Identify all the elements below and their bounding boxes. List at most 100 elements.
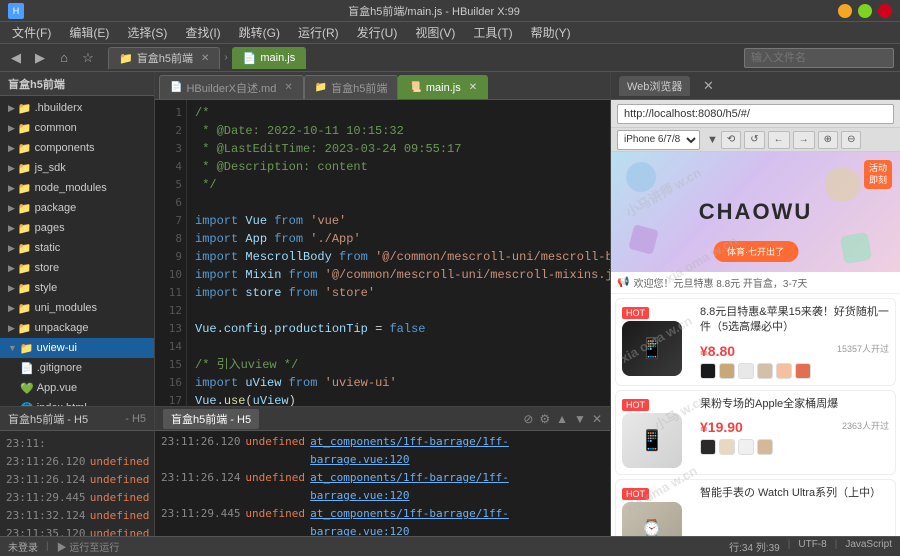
file-explorer: 盲盒h5前端 ▶ 📁 .hbuilderx ▶ 📁 common ▶ 📁 com… <box>0 72 154 406</box>
tree-item-label: package <box>35 202 77 214</box>
tree-item-label: .hbuilderx <box>35 102 83 114</box>
tree-item-gitignore[interactable]: 📄 .gitignore <box>0 358 154 378</box>
marquee-bar: 📢 欢迎您！元旦特惠 8.8元 开盲盒，3-7天 <box>611 272 900 294</box>
color-swatch[interactable] <box>700 439 716 455</box>
menu-publish[interactable]: 发行(U) <box>349 22 406 43</box>
color-swatch[interactable] <box>757 439 773 455</box>
menu-help[interactable]: 帮助(Y) <box>523 22 579 43</box>
hero-action-btn[interactable]: 体育·七开出了 <box>713 241 798 262</box>
tab-close-btn[interactable]: ✕ <box>469 82 477 93</box>
browser-url-input[interactable] <box>617 104 894 124</box>
product-card-3[interactable]: HOT ⌚ 智能手表の Watch Ultra系列（上中） <box>615 479 896 536</box>
title-bar: H 盲盒h5前端/main.js - HBuilder X:99 <box>0 0 900 22</box>
color-swatch[interactable] <box>719 439 735 455</box>
color-swatch[interactable] <box>757 363 773 379</box>
product-card-1[interactable]: HOT 📱 8.8元目特惠&苹果15来袭！好货随机一件（5选高爆必中） ¥8.8… <box>615 298 896 386</box>
menu-edit[interactable]: 编辑(E) <box>61 22 117 43</box>
phone-preview[interactable]: 小马讲师 w.cn xia oma w.cn xia oma w.cn 小马 w… <box>611 152 900 536</box>
project-tab[interactable]: 📁 盲盒h5前端 ✕ <box>108 47 220 69</box>
tree-item-uview-ui[interactable]: ▼ 📁 uview-ui <box>0 338 154 358</box>
file-icon: 📄 <box>20 362 34 375</box>
close-btn[interactable] <box>878 4 892 18</box>
tab-close-btn[interactable]: ✕ <box>284 82 292 93</box>
tree-item-style[interactable]: ▶ 📁 style <box>0 278 154 298</box>
tree-expand-icon: ▶ <box>8 143 15 154</box>
browser-tab[interactable]: Web浏览器 <box>619 76 690 96</box>
tree-item-hbuilderx[interactable]: ▶ 📁 .hbuilderx <box>0 98 154 118</box>
tab-close-icon[interactable]: ✕ <box>201 53 209 64</box>
editor-tab-main-js[interactable]: 📜 main.js ✕ <box>398 75 488 99</box>
run-info: ▶ 运行至运行 <box>57 539 120 554</box>
minimize-btn[interactable] <box>838 4 852 18</box>
star-btn[interactable]: ☆ <box>78 48 98 68</box>
back-nav-btn[interactable]: ← <box>768 131 790 149</box>
product-price-2: ¥19.90 <box>700 419 743 435</box>
log-link-2[interactable]: at_components/1ff-barrage/1ff-barrage.vu… <box>310 469 604 505</box>
folder-icon: 📁 <box>315 82 327 93</box>
tree-item-uni-modules[interactable]: ▶ 📁 uni_modules <box>0 298 154 318</box>
tree-item-package[interactable]: ▶ 📁 package <box>0 198 154 218</box>
tree-item-unpackage[interactable]: ▶ 📁 unpackage <box>0 318 154 338</box>
log-line-3: 23:11:29.445 undefined at_components/1ff… <box>161 505 604 536</box>
menu-select[interactable]: 选择(S) <box>119 22 175 43</box>
editor-tab-hbuilder-readme[interactable]: 📄 HBuilderX自述.md ✕ <box>159 75 304 99</box>
title-text: 盲盒h5前端/main.js - HBuilder X:99 <box>30 3 838 19</box>
scroll-bottom-icon[interactable]: ▼ <box>574 412 586 426</box>
file-search-input[interactable] <box>744 48 894 68</box>
status-bar: 未登录 | ▶ 运行至运行 行:34 列:39 | UTF-8 | JavaSc… <box>0 536 900 556</box>
console-tab-h5[interactable]: 盲盒h5前端 - H5 <box>163 409 259 429</box>
menu-file[interactable]: 文件(F) <box>4 22 59 43</box>
editor-tab-project[interactable]: 📁 盲盒h5前端 <box>304 75 399 99</box>
tree-item-store[interactable]: ▶ 📁 store <box>0 258 154 278</box>
tree-item-js-sdk[interactable]: ▶ 📁 js_sdk <box>0 158 154 178</box>
color-swatch[interactable] <box>719 363 735 379</box>
filter-icon[interactable]: ⚙ <box>539 412 550 426</box>
tree-item-pages[interactable]: ▶ 📁 pages <box>0 218 154 238</box>
console-bottom-header: 盲盒h5前端 - H5 ⊘ ⚙ ▲ ▼ ✕ <box>155 407 610 431</box>
tree-item-index-html[interactable]: 🌐 index.html <box>0 398 154 406</box>
zoom-btn[interactable]: ⊕ <box>818 131 838 149</box>
log-link-1[interactable]: at_components/1ff-barrage/1ff-barrage.vu… <box>310 433 604 469</box>
home-btn[interactable]: ⌂ <box>54 48 74 68</box>
color-swatch[interactable] <box>795 363 811 379</box>
rotate-btn[interactable]: ⟲ <box>721 131 741 149</box>
device-selector[interactable]: iPhone 6/7/8 iPhone X iPad <box>617 130 700 150</box>
log-link-3[interactable]: at_components/1ff-barrage/1ff-barrage.vu… <box>310 505 604 536</box>
tree-item-components[interactable]: ▶ 📁 components <box>0 138 154 158</box>
hero-decoration-4 <box>840 232 872 264</box>
clear-icon[interactable]: ⊘ <box>523 412 533 426</box>
tree-item-node-modules[interactable]: ▶ 📁 node_modules <box>0 178 154 198</box>
app-icon: H <box>8 3 24 19</box>
scroll-top-icon[interactable]: ▲ <box>556 412 568 426</box>
menu-run[interactable]: 运行(R) <box>290 22 347 43</box>
tree-item-static[interactable]: ▶ 📁 static <box>0 238 154 258</box>
color-swatch[interactable] <box>738 363 754 379</box>
color-swatch[interactable] <box>776 363 792 379</box>
line-numbers: 12345 678910 1112131415 1617181920 21222… <box>155 100 187 406</box>
hero-decoration-1 <box>626 162 656 192</box>
menu-find[interactable]: 查找(I) <box>177 22 228 43</box>
tree-item-common[interactable]: ▶ 📁 common <box>0 118 154 138</box>
menu-view[interactable]: 视图(V) <box>407 22 463 43</box>
maximize-btn[interactable] <box>858 4 872 18</box>
browser-close-tab[interactable]: ✕ <box>698 76 718 96</box>
back-btn[interactable]: ◀ <box>6 48 26 68</box>
left-panel: 盲盒h5前端 ▶ 📁 .hbuilderx ▶ 📁 common ▶ 📁 com… <box>0 72 155 536</box>
tree-item-label: js_sdk <box>35 162 66 174</box>
language-info: JavaScript <box>845 539 892 554</box>
main-js-tab[interactable]: 📄 main.js <box>232 47 307 69</box>
close-console-icon[interactable]: ✕ <box>592 412 602 426</box>
zoom-out-btn[interactable]: ⊖ <box>841 131 861 149</box>
app-hero-banner: CHAOWU 活动即刻 体育·七开出了 <box>611 152 900 272</box>
color-swatch[interactable] <box>700 363 716 379</box>
refresh-btn[interactable]: ↺ <box>744 131 764 149</box>
menu-tools[interactable]: 工具(T) <box>465 22 520 43</box>
product-card-2[interactable]: HOT 📱 果粉专场的Apple全家桶周爆 ¥19.90 2363人开过 <box>615 390 896 475</box>
color-swatch[interactable] <box>738 439 754 455</box>
forward-nav-btn[interactable]: → <box>793 131 815 149</box>
tree-item-app-vue[interactable]: 💚 App.vue <box>0 378 154 398</box>
forward-btn[interactable]: ▶ <box>30 48 50 68</box>
console-bottom: 盲盒h5前端 - H5 ⊘ ⚙ ▲ ▼ ✕ 23:11:26.120 undef… <box>155 406 610 536</box>
speaker-icon: 📢 <box>617 277 629 288</box>
menu-goto[interactable]: 跳转(G) <box>231 22 288 43</box>
